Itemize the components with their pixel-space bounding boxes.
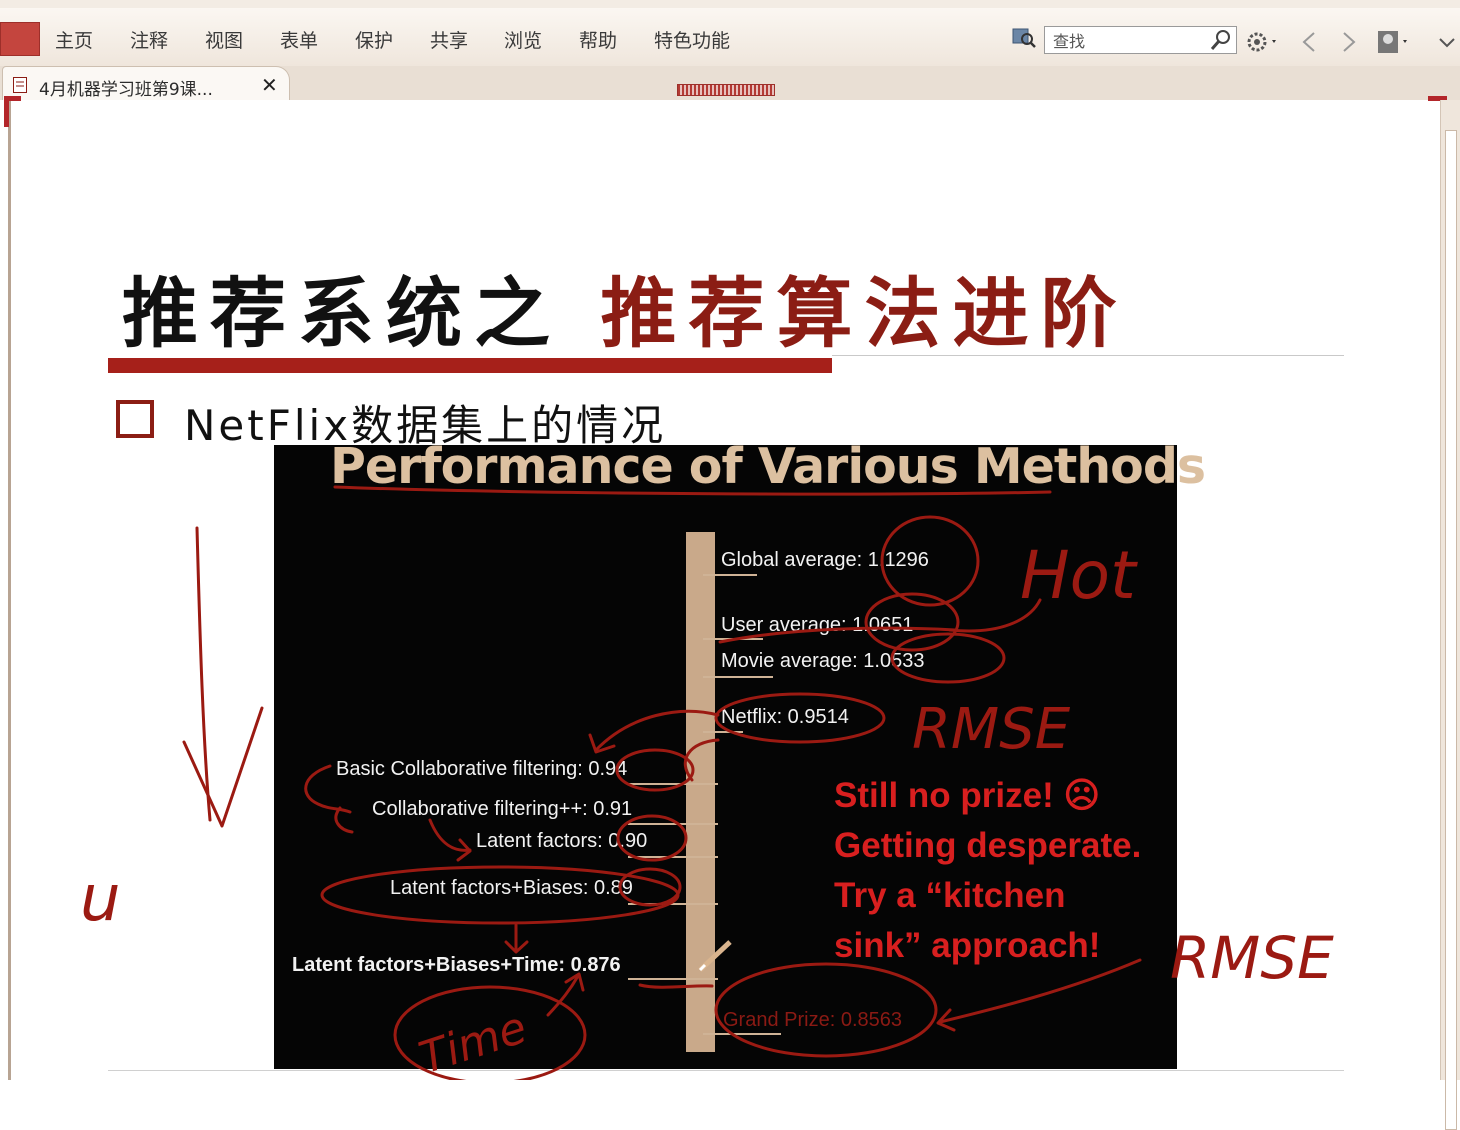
settings-icon[interactable] bbox=[1245, 30, 1281, 54]
title-rule bbox=[108, 358, 832, 373]
document-tab-label: 4月机器学习班第9课... bbox=[39, 80, 213, 100]
figure-title: Performance of Various Methods bbox=[330, 438, 1206, 495]
label-latent-factors: Latent factors: 0.90 bbox=[476, 830, 648, 852]
menu-share[interactable]: 共享 bbox=[430, 26, 468, 53]
prize-line-3: Try a “kitchen bbox=[834, 876, 1066, 915]
menu-view[interactable]: 视图 bbox=[205, 26, 243, 53]
label-cf-plus-plus: Collaborative filtering++: 0.91 bbox=[372, 798, 633, 820]
back-arrow-icon[interactable] bbox=[1298, 30, 1320, 54]
menu-form[interactable]: 表单 bbox=[280, 26, 318, 53]
menu-help[interactable]: 帮助 bbox=[579, 26, 617, 53]
collapse-ribbon-icon[interactable] bbox=[1436, 30, 1458, 54]
menu-features[interactable]: 特色功能 bbox=[654, 26, 730, 53]
search-input[interactable] bbox=[1051, 28, 1205, 54]
menu-home[interactable]: 主页 bbox=[55, 26, 93, 53]
tick-global bbox=[703, 574, 757, 576]
menu-annotate[interactable]: 注释 bbox=[130, 26, 168, 53]
slide-title: 推荐系统之 推荐算法进阶 bbox=[122, 252, 1128, 362]
tick-latent-biases-time bbox=[628, 978, 718, 980]
app-menu-button[interactable] bbox=[0, 22, 40, 56]
label-user-average: User average: 1.0651 bbox=[721, 614, 914, 636]
user-account-icon[interactable] bbox=[1376, 30, 1412, 54]
menu-bar: 主页 注释 视图 表单 保护 共享 浏览 帮助 特色功能 bbox=[0, 8, 1460, 67]
tick-movie bbox=[703, 676, 773, 678]
tick-grand bbox=[703, 1033, 781, 1035]
tick-latent bbox=[628, 856, 718, 858]
page-corner-marker-left bbox=[4, 96, 21, 127]
label-global-average: Global average: 1.1296 bbox=[721, 549, 929, 571]
label-grand-prize: Grand Prize: 0.8563 bbox=[723, 1009, 902, 1031]
window-titlebar bbox=[0, 0, 1460, 8]
find-panel-icon[interactable] bbox=[1012, 26, 1036, 48]
label-movie-average: Movie average: 1.0533 bbox=[721, 650, 925, 672]
footer-rule bbox=[108, 1070, 1344, 1071]
label-netflix: Netflix: 0.9514 bbox=[721, 706, 849, 728]
tick-netflix bbox=[703, 731, 743, 733]
rmse-axis-bar bbox=[686, 532, 715, 1052]
toolbar-grip-handle[interactable] bbox=[677, 84, 775, 96]
tick-latent-biases bbox=[628, 903, 718, 905]
search-field[interactable] bbox=[1044, 26, 1237, 54]
label-basic-cf: Basic Collaborative filtering: 0.94 bbox=[336, 758, 628, 780]
tick-user bbox=[703, 638, 763, 640]
slide-title-black: 推荐系统之 bbox=[122, 269, 562, 358]
label-latent-biases: Latent factors+Biases: 0.89 bbox=[390, 877, 633, 899]
close-tab-icon[interactable]: ✕ bbox=[261, 73, 278, 97]
search-icon[interactable] bbox=[1210, 29, 1232, 51]
prize-line-1: Still no prize! ☹ bbox=[834, 776, 1100, 815]
tick-cf-pp bbox=[628, 823, 718, 825]
document-tab[interactable]: 4月机器学习班第9课... ✕ bbox=[2, 66, 290, 100]
forward-arrow-icon[interactable] bbox=[1338, 30, 1360, 54]
title-rule-thin bbox=[832, 355, 1344, 356]
tick-basic-cf bbox=[628, 783, 718, 785]
menu-browse[interactable]: 浏览 bbox=[504, 26, 542, 53]
prize-line-4: sink” approach! bbox=[834, 926, 1101, 965]
slide-title-red: 推荐算法进阶 bbox=[600, 269, 1129, 358]
label-latent-biases-time: Latent factors+Biases+Time: 0.876 bbox=[292, 954, 621, 976]
vertical-scrollbar[interactable] bbox=[1440, 100, 1460, 1130]
prize-line-2: Getting desperate. bbox=[834, 826, 1142, 865]
pdf-document-icon bbox=[13, 77, 27, 93]
bullet-square-icon bbox=[116, 400, 154, 438]
scrollbar-thumb[interactable] bbox=[1445, 130, 1457, 1130]
menu-protect[interactable]: 保护 bbox=[355, 26, 393, 53]
